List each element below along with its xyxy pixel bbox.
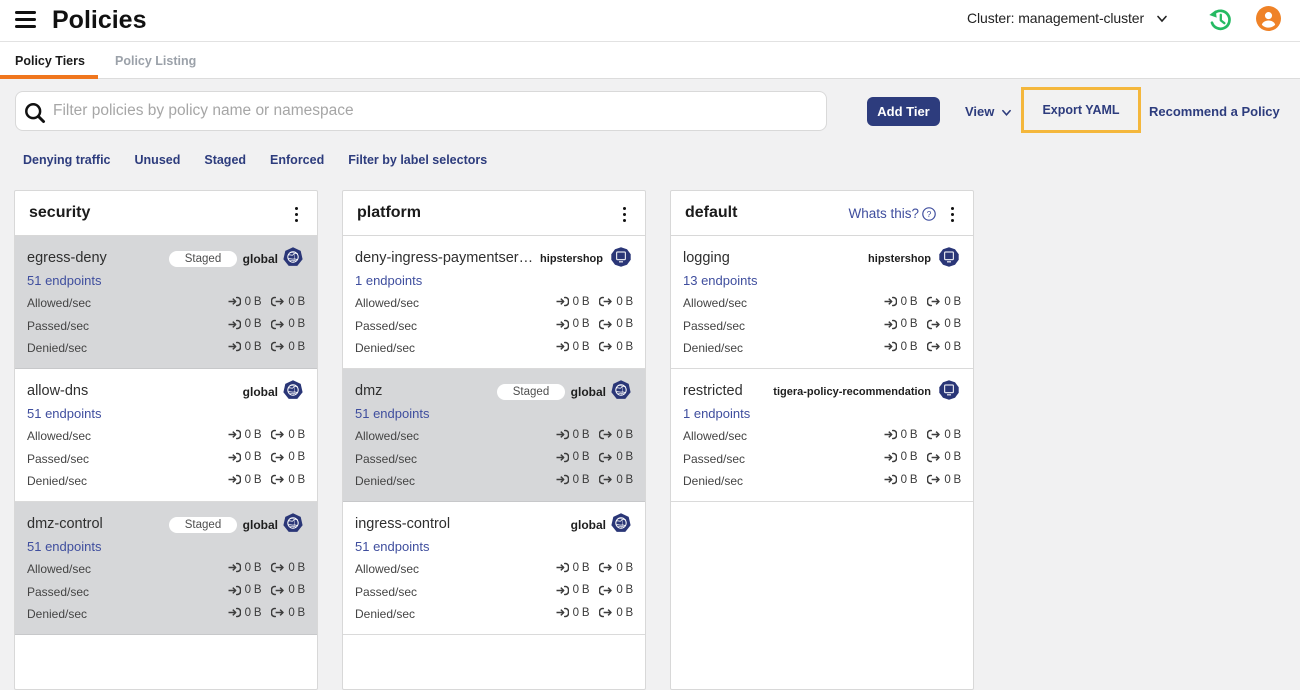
svg-text:?: ?	[927, 209, 932, 219]
